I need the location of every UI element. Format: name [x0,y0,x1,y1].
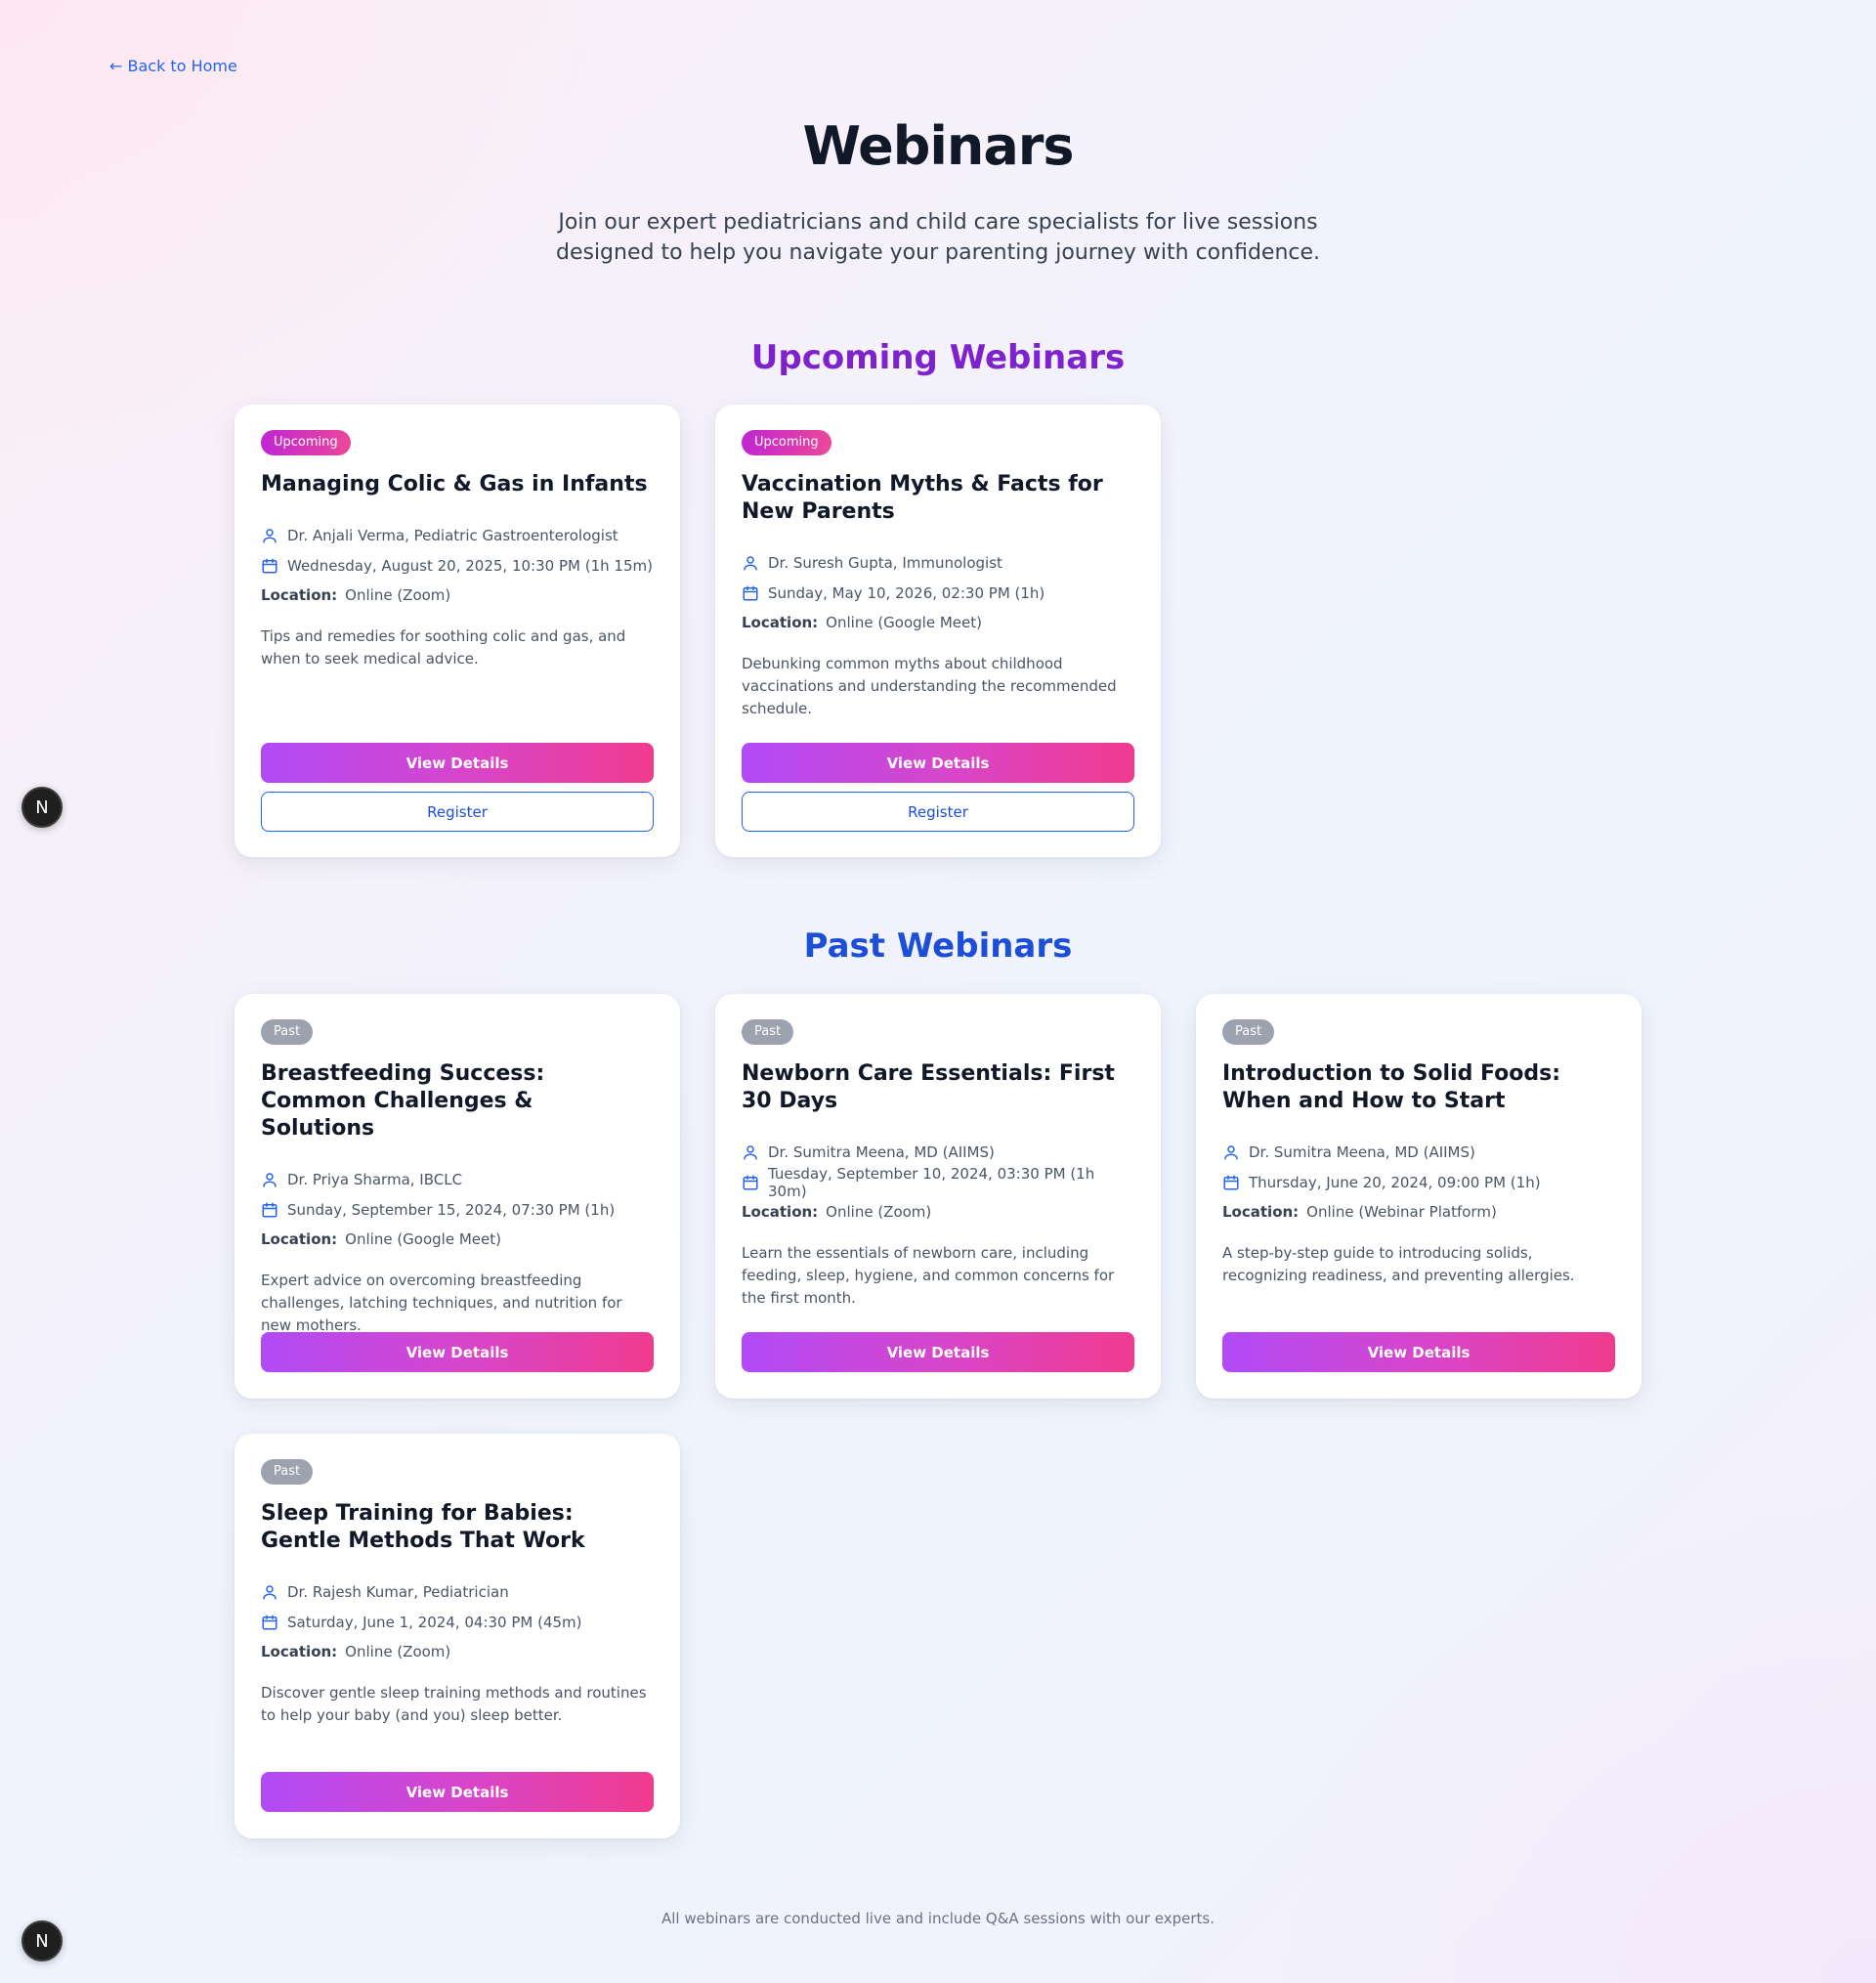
speaker-row: Dr. Suresh Gupta, Immunologist [742,553,1134,573]
status-badge: Past [261,1019,314,1045]
speaker-row: Dr. Sumitra Meena, MD (AIIMS) [1222,1142,1615,1162]
page-subtitle: Join our expert pediatricians and child … [555,210,1321,265]
location-row: Location: Online (Google Meet) [742,614,1134,633]
date-text: Tuesday, September 10, 2024, 03:30 PM (1… [768,1165,1095,1200]
speaker-row: Dr. Rajesh Kumar, Pediatrician [261,1582,654,1602]
location-text: Online (Zoom) [345,586,451,604]
user-icon [263,1585,277,1600]
webinar-title: Introduction to Solid Foods: When and Ho… [1222,1061,1561,1113]
register-button[interactable]: Register [742,792,1134,832]
view-details-button[interactable]: View Details [261,1772,654,1812]
speaker-text: Dr. Sumitra Meena, MD (AIIMS) [1249,1143,1475,1161]
location-row: Location: Online (Zoom) [742,1203,1134,1223]
back-to-home-link[interactable]: ← Back to Home [109,57,237,75]
calendar-icon [743,585,758,601]
webinar-title: Newborn Care Essentials: First 30 Days [742,1061,1115,1113]
user-icon [263,529,277,543]
webinar-card-upcoming: Upcoming Vaccination Myths & Facts for N… [715,405,1161,857]
date-text: Wednesday, August 20, 2025, 10:30 PM (1h… [287,557,653,575]
speaker-text: Dr. Rajesh Kumar, Pediatrician [287,1583,509,1601]
status-badge: Upcoming [261,430,351,455]
location-row: Location: Online (Webinar Platform) [1222,1203,1615,1223]
location-row: Location: Online (Google Meet) [261,1230,654,1250]
status-badge: Past [1222,1019,1275,1045]
webinar-title: Vaccination Myths & Facts for New Parent… [742,472,1103,524]
location-text: Online (Google Meet) [826,614,982,631]
webinar-description: Debunking common myths about childhood v… [742,655,1117,717]
webinar-card-upcoming: Upcoming Managing Colic & Gas in Infants… [234,405,680,857]
calendar-icon [1223,1175,1239,1190]
status-badge: Past [742,1019,794,1045]
status-badge: Past [261,1459,314,1485]
webinar-description: Expert advice on overcoming breastfeedin… [261,1272,622,1334]
speaker-text: Dr. Priya Sharma, IBCLC [287,1171,463,1188]
date-row: Wednesday, August 20, 2025, 10:30 PM (1h… [261,556,654,576]
location-text: Online (Google Meet) [345,1230,501,1248]
location-label: Location: [742,614,819,631]
date-row: Saturday, June 1, 2024, 04:30 PM (45m) [261,1613,654,1632]
date-text: Sunday, September 15, 2024, 07:30 PM (1h… [287,1201,616,1219]
webinar-description: Tips and remedies for soothing colic and… [261,627,626,668]
date-text: Sunday, May 10, 2026, 02:30 PM (1h) [768,584,1045,602]
past-section-title: Past Webinars [803,927,1073,966]
date-row: Sunday, May 10, 2026, 02:30 PM (1h) [742,583,1134,603]
location-text: Online (Zoom) [345,1643,451,1660]
webinar-title: Sleep Training for Babies: Gentle Method… [261,1501,585,1553]
view-details-button[interactable]: View Details [1222,1332,1615,1372]
speaker-text: Dr. Anjali Verma, Pediatric Gastroentero… [287,527,618,544]
speaker-row: Dr. Priya Sharma, IBCLC [261,1170,654,1189]
speaker-row: Dr. Sumitra Meena, MD (AIIMS) [742,1142,1134,1162]
location-label: Location: [742,1203,819,1221]
speaker-text: Dr. Suresh Gupta, Immunologist [768,554,1002,572]
calendar-icon [262,1615,277,1630]
calendar-icon [743,1175,758,1190]
footer-note: All webinars are conducted live and incl… [661,1910,1215,1927]
location-label: Location: [1222,1203,1300,1221]
webinar-title: Managing Colic & Gas in Infants [261,472,648,496]
dev-tools-badge[interactable]: N [21,787,63,828]
webinar-description: Learn the essentials of newborn care, in… [742,1244,1115,1307]
webinar-card-past: Past Breastfeeding Success: Common Chall… [234,994,680,1399]
date-row: Tuesday, September 10, 2024, 03:30 PM (1… [742,1165,1134,1200]
webinar-card-past: Past Sleep Training for Babies: Gentle M… [234,1434,680,1838]
upcoming-section-title: Upcoming Webinars [750,338,1126,377]
date-row: Thursday, June 20, 2024, 09:00 PM (1h) [1222,1173,1615,1192]
date-text: Saturday, June 1, 2024, 04:30 PM (45m) [287,1614,582,1631]
webinar-description: Discover gentle sleep training methods a… [261,1684,647,1724]
date-row: Sunday, September 15, 2024, 07:30 PM (1h… [261,1200,654,1220]
user-icon [263,1173,277,1187]
user-icon [744,1145,757,1160]
location-label: Location: [261,1643,338,1660]
date-text: Thursday, June 20, 2024, 09:00 PM (1h) [1249,1174,1541,1191]
location-label: Location: [261,586,338,604]
speaker-text: Dr. Sumitra Meena, MD (AIIMS) [768,1143,995,1161]
webinar-card-past: Past Newborn Care Essentials: First 30 D… [715,994,1161,1399]
page-title: Webinars [802,115,1074,177]
location-text: Online (Zoom) [826,1203,932,1221]
view-details-button[interactable]: View Details [742,743,1134,783]
view-details-button[interactable]: View Details [261,1332,654,1372]
webinar-title: Breastfeeding Success: Common Challenges… [261,1061,545,1141]
location-label: Location: [261,1230,338,1248]
view-details-button[interactable]: View Details [742,1332,1134,1372]
location-text: Online (Webinar Platform) [1306,1203,1497,1221]
speaker-row: Dr. Anjali Verma, Pediatric Gastroentero… [261,526,654,545]
dev-tools-badge[interactable]: N [21,1920,63,1961]
calendar-icon [262,1202,277,1218]
webinar-description: A step-by-step guide to introducing soli… [1222,1244,1575,1284]
user-icon [744,556,757,571]
calendar-icon [262,558,277,574]
register-button[interactable]: Register [261,792,654,832]
location-row: Location: Online (Zoom) [261,586,654,606]
view-details-button[interactable]: View Details [261,743,654,783]
status-badge: Upcoming [742,430,831,455]
webinar-card-past: Past Introduction to Solid Foods: When a… [1196,994,1642,1399]
user-icon [1224,1145,1238,1160]
location-row: Location: Online (Zoom) [261,1643,654,1662]
